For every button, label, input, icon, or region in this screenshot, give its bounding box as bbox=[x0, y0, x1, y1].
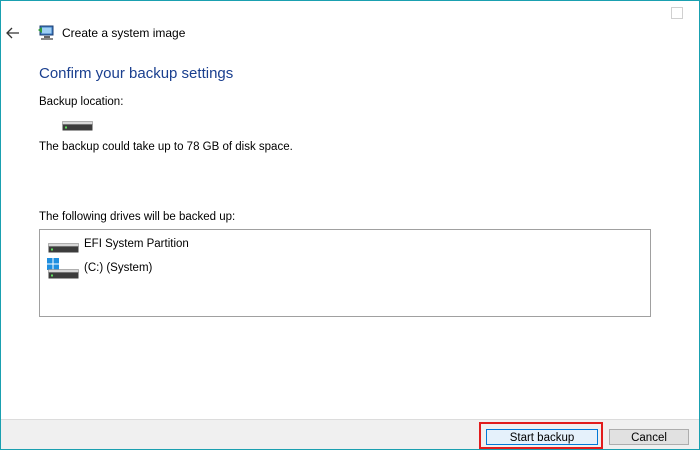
list-item: EFI System Partition bbox=[40, 236, 648, 256]
backup-wizard-icon bbox=[38, 25, 56, 41]
backup-location-label: Backup location: bbox=[39, 96, 124, 108]
window-frame-corner bbox=[671, 7, 683, 19]
drives-list: EFI System Partition (C:) (System) bbox=[39, 229, 651, 317]
hard-drive-icon bbox=[48, 266, 79, 279]
create-system-image-window: Create a system image Confirm your backu… bbox=[0, 0, 700, 450]
cancel-button[interactable]: Cancel bbox=[609, 429, 689, 445]
footer-bar: Start backup Cancel bbox=[1, 419, 699, 449]
disk-space-text: The backup could take up to 78 GB of dis… bbox=[39, 141, 293, 153]
drives-list-label: The following drives will be backed up: bbox=[39, 211, 236, 223]
back-arrow-icon[interactable] bbox=[5, 24, 21, 42]
page-heading: Confirm your backup settings bbox=[39, 65, 234, 82]
hard-drive-icon bbox=[48, 240, 79, 253]
start-backup-button[interactable]: Start backup bbox=[486, 429, 598, 445]
window-title: Create a system image bbox=[62, 26, 186, 40]
hard-drive-icon bbox=[62, 118, 93, 131]
list-item: (C:) (System) bbox=[40, 258, 648, 280]
drive-name: (C:) (System) bbox=[84, 262, 153, 274]
drive-name: EFI System Partition bbox=[84, 238, 189, 250]
